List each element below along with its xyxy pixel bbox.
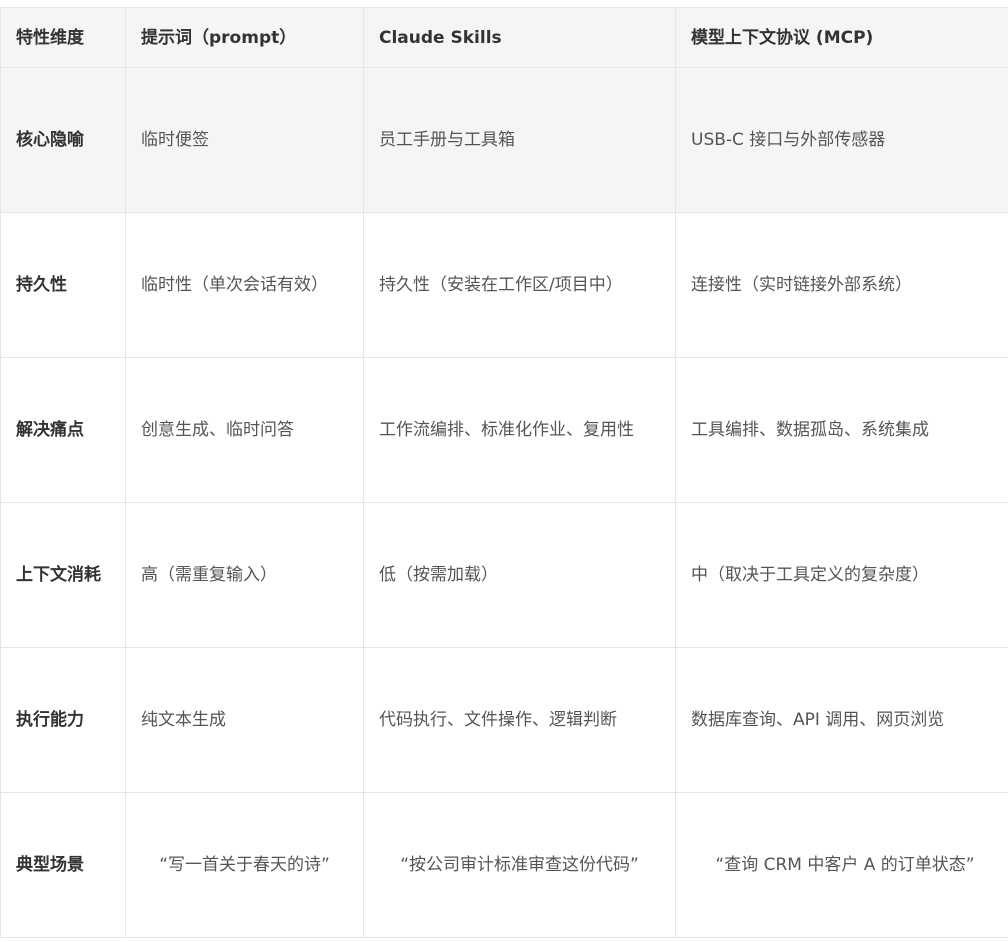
header-claude-skills: Claude Skills — [363, 7, 676, 68]
cell-claude-skills: 低（按需加载） — [363, 502, 676, 648]
row-label: 执行能力 — [0, 647, 126, 793]
cell-claude-skills: 持久性（安装在工作区/项目中） — [363, 212, 676, 358]
cell-prompt: 纯文本生成 — [125, 647, 364, 793]
table-header: 特性维度 提示词（prompt） Claude Skills 模型上下文协议 (… — [0, 7, 1008, 68]
table-body: 核心隐喻 临时便签 员工手册与工具箱 USB-C 接口与外部传感器 持久性 临时… — [0, 67, 1008, 938]
cell-prompt: 高（需重复输入） — [125, 502, 364, 648]
cell-claude-skills: 员工手册与工具箱 — [363, 67, 676, 213]
cell-mcp: 连接性（实时链接外部系统） — [675, 212, 1008, 358]
cell-mcp: USB-C 接口与外部传感器 — [675, 67, 1008, 213]
cell-mcp: 数据库查询、API 调用、网页浏览 — [675, 647, 1008, 793]
table-row: 核心隐喻 临时便签 员工手册与工具箱 USB-C 接口与外部传感器 — [0, 67, 1008, 213]
cell-mcp: 工具编排、数据孤岛、系统集成 — [675, 357, 1008, 503]
cell-claude-skills: 代码执行、文件操作、逻辑判断 — [363, 647, 676, 793]
cell-prompt: 创意生成、临时问答 — [125, 357, 364, 503]
cell-prompt: 临时性（单次会话有效） — [125, 212, 364, 358]
cell-mcp: “查询 CRM 中客户 A 的订单状态” — [675, 792, 1008, 938]
table-row: 执行能力 纯文本生成 代码执行、文件操作、逻辑判断 数据库查询、API 调用、网… — [0, 647, 1008, 793]
row-label: 解决痛点 — [0, 357, 126, 503]
table-row: 上下文消耗 高（需重复输入） 低（按需加载） 中（取决于工具定义的复杂度） — [0, 502, 1008, 648]
row-label: 上下文消耗 — [0, 502, 126, 648]
row-label: 持久性 — [0, 212, 126, 358]
header-mcp: 模型上下文协议 (MCP) — [675, 7, 1008, 68]
cell-prompt: “写一首关于春天的诗” — [125, 792, 364, 938]
cell-claude-skills: “按公司审计标准审查这份代码” — [363, 792, 676, 938]
header-row: 特性维度 提示词（prompt） Claude Skills 模型上下文协议 (… — [0, 7, 1008, 68]
table-row: 典型场景 “写一首关于春天的诗” “按公司审计标准审查这份代码” “查询 CRM… — [0, 792, 1008, 938]
cell-claude-skills: 工作流编排、标准化作业、复用性 — [363, 357, 676, 503]
row-label: 核心隐喻 — [0, 67, 126, 213]
comparison-table: 特性维度 提示词（prompt） Claude Skills 模型上下文协议 (… — [0, 7, 1008, 938]
cell-mcp: 中（取决于工具定义的复杂度） — [675, 502, 1008, 648]
table-row: 持久性 临时性（单次会话有效） 持久性（安装在工作区/项目中） 连接性（实时链接… — [0, 212, 1008, 358]
table-row: 解决痛点 创意生成、临时问答 工作流编排、标准化作业、复用性 工具编排、数据孤岛… — [0, 357, 1008, 503]
header-prompt: 提示词（prompt） — [125, 7, 364, 68]
cell-prompt: 临时便签 — [125, 67, 364, 213]
row-label: 典型场景 — [0, 792, 126, 938]
header-feature-dimension: 特性维度 — [0, 7, 126, 68]
